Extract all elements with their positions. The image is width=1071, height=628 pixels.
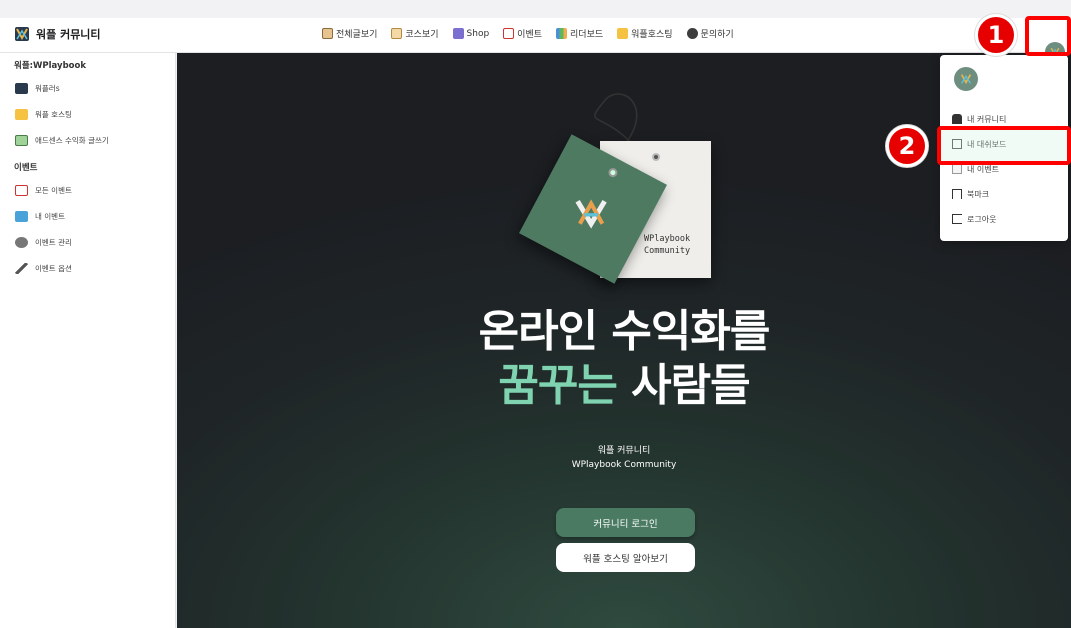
- calendar-icon: [952, 164, 962, 174]
- nav-contact[interactable]: 문의하기: [686, 27, 734, 40]
- sidebar-item-hosting[interactable]: 워플 호스팅: [0, 101, 175, 127]
- nav-label: 전체글보기: [336, 30, 378, 40]
- sidebar-section-wplaybook: 워플:WPlaybook: [14, 61, 86, 71]
- nav-label: 워플호스팅: [631, 30, 673, 40]
- folder-icon: [617, 28, 629, 39]
- wplaybook-logo-icon: [15, 27, 29, 41]
- nav-label: 리더보드: [570, 30, 604, 40]
- dropdown-avatar[interactable]: [954, 67, 978, 91]
- nav-shop[interactable]: Shop: [452, 27, 490, 40]
- sidebar-item-event-manage[interactable]: 이벤트 관리: [0, 229, 175, 255]
- nav-leaderboard[interactable]: 리더보드: [556, 27, 603, 40]
- community-login-button[interactable]: 커뮤니티 로그인: [556, 508, 695, 537]
- highlight-box-dashboard: [937, 126, 1071, 165]
- nav-label: 문의하기: [700, 30, 734, 40]
- pen-icon: [15, 262, 28, 274]
- top-header: 워플 커뮤니티 전체글보기 코스보기 Shop 이벤트 리더보드 워플호스팅 문…: [0, 18, 1071, 62]
- sidebar-item-label: 이벤트 옵션: [35, 263, 72, 273]
- browser-top-strip: [0, 0, 1071, 18]
- sidebar-item-my-events[interactable]: 내 이벤트: [0, 203, 175, 229]
- shop-icon: [452, 28, 464, 39]
- menu-item-bookmark[interactable]: 북마크: [952, 186, 989, 202]
- sidebar-item-label: 이벤트 관리: [35, 237, 72, 247]
- sidebar-item-label: 애드센스 수익화 글쓰기: [35, 135, 109, 145]
- sidebar: 워플:WPlaybook 워플러s 워플 호스팅 애드센스 수익화 글쓰기 이벤…: [0, 53, 176, 628]
- bookmark-icon: [952, 189, 962, 199]
- nav-events[interactable]: 이벤트: [503, 27, 542, 40]
- sidebar-section-events: 이벤트: [14, 163, 38, 173]
- gear-icon: [15, 236, 28, 248]
- subtitle-english: WPlaybook Community: [571, 460, 677, 470]
- folder-icon: [15, 108, 28, 120]
- headline-line2: 꿈꾸는 사람들: [177, 359, 1071, 413]
- calendar-icon: [15, 184, 28, 196]
- headline-rest: 사람들: [616, 360, 750, 411]
- scroll-icon: [391, 28, 403, 39]
- spy-icon: [952, 114, 962, 124]
- tag-text-line1: WPlaybook: [644, 234, 691, 244]
- nav-courses[interactable]: 코스보기: [391, 27, 439, 40]
- hosting-info-button[interactable]: 워플 호스팅 알아보기: [556, 543, 695, 572]
- sidebar-item-label: 워플러s: [35, 83, 60, 93]
- sidebar-item-label: 모든 이벤트: [35, 185, 72, 195]
- tag-hole: [652, 153, 660, 161]
- sidebar-item-all-events[interactable]: 모든 이벤트: [0, 177, 175, 203]
- sidebar-item-label: 워플 호스팅: [35, 109, 72, 119]
- sidebar-item-adsense[interactable]: 애드센스 수익화 글쓰기: [0, 127, 175, 153]
- nav-label: 이벤트: [517, 30, 543, 40]
- brand-name: 워플 커뮤니티: [36, 28, 101, 41]
- menu-item-my-community[interactable]: 내 커뮤니티: [952, 111, 1006, 127]
- wplaybook-logo-icon: [15, 82, 28, 94]
- wplaybook-logo-icon: [575, 199, 607, 229]
- nav-label: Shop: [466, 28, 490, 39]
- brand[interactable]: 워플 커뮤니티: [14, 26, 101, 42]
- money-icon: [15, 134, 28, 146]
- highlight-box-avatar: [1025, 16, 1071, 56]
- wplaybook-logo-icon: [960, 74, 972, 85]
- menu-item-logout[interactable]: 로그아웃: [952, 211, 996, 227]
- tag-text: WPlaybook Community: [644, 233, 690, 257]
- chart-icon: [556, 28, 568, 39]
- sidebar-item-event-options[interactable]: 이벤트 옵션: [0, 255, 175, 281]
- tag-hole: [606, 166, 620, 179]
- step-badge-1: 1: [975, 14, 1017, 56]
- subtitle-korean: 워플 커뮤니티: [597, 446, 651, 456]
- house-icon: [322, 28, 333, 39]
- headline-line1: 온라인 수익화를: [478, 306, 771, 357]
- nav-hosting[interactable]: 워플호스팅: [617, 27, 673, 40]
- hero-subtitle: 워플 커뮤니티 WPlaybook Community: [177, 444, 1071, 472]
- menu-item-label: 로그아웃: [967, 214, 997, 224]
- tag-text-line2: Community: [644, 246, 691, 256]
- menu-item-label: 북마크: [967, 189, 990, 199]
- hero-headline: 온라인 수익화를 꿈꾸는 사람들: [177, 305, 1071, 413]
- sidebar-item-label: 내 이벤트: [35, 211, 65, 221]
- nav-label: 코스보기: [405, 30, 439, 40]
- main-nav: 전체글보기 코스보기 Shop 이벤트 리더보드 워플호스팅 문의하기: [322, 27, 734, 40]
- menu-item-label: 내 이벤트: [967, 164, 999, 174]
- calendar-icon: [503, 28, 515, 39]
- menu-item-label: 내 커뮤니티: [967, 114, 1007, 124]
- speech-bubble-icon: [686, 28, 698, 39]
- monitor-icon: [15, 210, 28, 222]
- headline-accent: 꿈꾸는: [498, 360, 617, 411]
- step-badge-2: 2: [886, 125, 928, 167]
- sidebar-item-wplayers[interactable]: 워플러s: [0, 75, 175, 101]
- nav-all-posts[interactable]: 전체글보기: [322, 27, 377, 40]
- logout-icon: [952, 214, 962, 224]
